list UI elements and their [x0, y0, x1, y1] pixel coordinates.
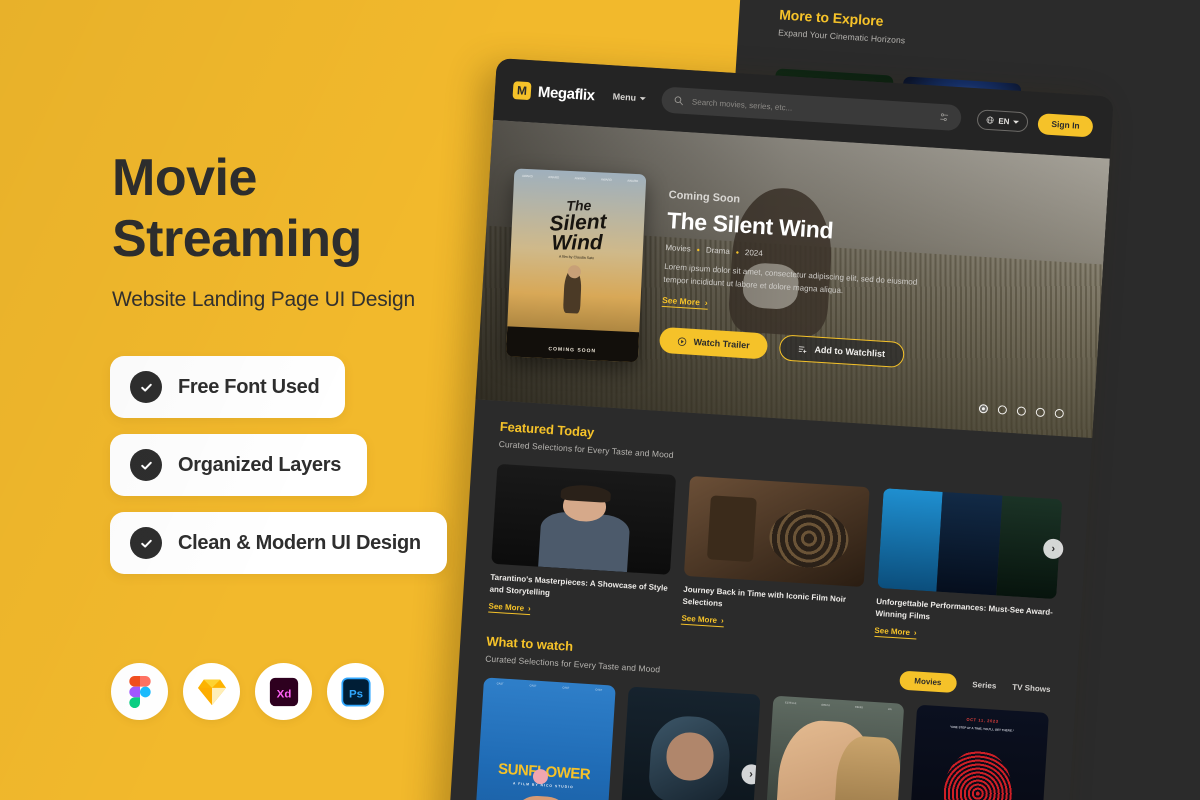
figma-icon — [111, 663, 168, 720]
language-selector[interactable]: EN — [976, 109, 1030, 133]
landing-page-mockup: M Megaflix Menu Search movies, series, e… — [446, 58, 1114, 800]
bullet-icon: • — [735, 247, 740, 258]
app-compatibility-icons: Xd Ps — [111, 663, 384, 720]
chevron-right-icon: › — [1051, 542, 1056, 556]
hero-meta-year: 2024 — [744, 248, 763, 259]
hero-see-more-link[interactable]: See More › — [661, 295, 708, 310]
hero-meta-category: Movies — [665, 243, 692, 254]
hero-see-more-label: See More — [661, 295, 701, 308]
add-to-watchlist-button[interactable]: Add to Watchlist — [778, 334, 905, 369]
featured-card[interactable]: Tarantino's Masterpieces: A Showcase of … — [488, 463, 677, 625]
feature-badge-free-font: Free Font Used — [110, 356, 346, 418]
watch-trailer-button[interactable]: Watch Trailer — [658, 327, 769, 360]
page-title-line1: Movie — [112, 149, 257, 207]
hero-section: AWARD AWARD AWARD AWARD AWARD The Silent W… — [475, 119, 1110, 439]
hero-meta-genre: Drama — [705, 245, 731, 257]
featured-card[interactable]: Unforgettable Performances: Must-See Awa… — [874, 488, 1063, 649]
chevron-down-icon — [640, 96, 647, 100]
poster-title-line3: Wind — [551, 231, 603, 255]
menu-label: Menu — [612, 91, 637, 103]
watch-poster-row: CASTCAST CASTCAST SUNFLOWER A FILM BY NI… — [474, 677, 1049, 800]
language-label: EN — [998, 116, 1010, 126]
carousel-dot[interactable] — [1054, 408, 1065, 419]
page-subtitle: Website Landing Page UI Design — [112, 288, 415, 311]
tab-series[interactable]: Series — [972, 680, 997, 690]
movie-poster[interactable]: ESTELLEGRETA DENISLIA BASED ON THE ORIGI… — [762, 695, 905, 800]
watch-trailer-label: Watch Trailer — [693, 337, 750, 351]
search-placeholder: Search movies, series, etc... — [691, 96, 793, 113]
featured-next-button[interactable]: › — [1042, 538, 1064, 560]
carousel-dot[interactable] — [997, 405, 1008, 415]
chevron-right-icon: › — [913, 628, 917, 638]
carousel-dot[interactable] — [1016, 406, 1027, 416]
featured-card-link-label: See More — [874, 625, 911, 638]
promo-panel: Movie Streaming Website Landing Page UI … — [0, 0, 500, 800]
page-title: Movie Streaming — [112, 148, 512, 271]
tab-movies[interactable]: Movies — [898, 670, 957, 694]
watch-tabs: Movies Series TV Shows — [898, 670, 1051, 699]
svg-text:Xd: Xd — [276, 688, 291, 700]
adobe-xd-icon: Xd — [255, 663, 312, 720]
feature-badge-label: Organized Layers — [178, 453, 342, 476]
carousel-dot[interactable] — [1035, 407, 1046, 418]
feature-badge-label: Free Font Used — [178, 375, 320, 398]
movie-poster[interactable]: FRAGILE › — [618, 686, 761, 800]
feature-badge-label: Clean & Modern UI Design — [178, 531, 421, 554]
hero-description: Lorem ipsum dolor sit amet, consectetur … — [663, 261, 918, 295]
check-circle-icon — [130, 527, 162, 559]
featured-card-caption: Unforgettable Performances: Must-See Awa… — [875, 596, 1054, 622]
filter-icon[interactable] — [939, 112, 950, 123]
chevron-right-icon: › — [704, 297, 708, 308]
chevron-right-icon: › — [527, 604, 532, 614]
feature-badge-clean-modern: Clean & Modern UI Design — [110, 512, 447, 574]
featured-thumbnail — [491, 463, 677, 575]
featured-card-link[interactable]: See More › — [874, 625, 917, 640]
page-title-line2: Streaming — [112, 210, 362, 269]
carousel-dot-active[interactable] — [978, 403, 989, 414]
check-circle-icon — [130, 449, 162, 481]
chevron-right-icon: › — [720, 616, 724, 626]
logo[interactable]: M Megaflix — [512, 81, 595, 104]
featured-today-section: Featured Today Curated Selections for Ev… — [462, 399, 1092, 650]
hero-copy: Coming Soon The Silent Wind Movies • Dra… — [658, 189, 1081, 379]
watch-heading-group: What to watch Curated Selections for Eve… — [485, 633, 662, 674]
logo-mark-icon: M — [512, 81, 532, 101]
search-input[interactable]: Search movies, series, etc... — [661, 86, 963, 132]
add-to-list-icon — [798, 346, 807, 353]
featured-card-caption: Journey Back in Time with Iconic Film No… — [682, 584, 847, 609]
featured-thumbnail — [877, 488, 1063, 600]
check-circle-icon — [130, 371, 162, 403]
featured-card-caption: Tarantino's Masterpieces: A Showcase of … — [489, 572, 668, 598]
movie-poster[interactable]: OCT 11, 2023 "ONE STEP AT A TIME, YOU'LL… — [907, 704, 1049, 800]
hero-buttons: Watch Trailer Add to Watchlist — [658, 327, 1072, 379]
play-circle-icon — [677, 337, 687, 346]
svg-text:Ps: Ps — [348, 688, 362, 700]
featured-thumbnail — [684, 475, 870, 588]
logo-text: Megaflix — [537, 83, 596, 104]
globe-icon — [986, 116, 994, 124]
tab-tv-shows[interactable]: TV Shows — [1012, 683, 1051, 694]
photoshop-icon: Ps — [327, 663, 384, 720]
bullet-icon: • — [696, 244, 701, 255]
add-to-watchlist-label: Add to Watchlist — [814, 344, 886, 360]
signin-button[interactable]: Sign In — [1037, 112, 1094, 138]
feature-badge-organized-layers: Organized Layers — [110, 434, 368, 496]
chevron-down-icon — [1013, 120, 1020, 124]
watch-next-button[interactable]: › — [740, 764, 761, 786]
featured-card-link-label: See More — [681, 613, 718, 625]
search-icon — [675, 96, 684, 106]
hero-movie-poster[interactable]: AWARD AWARD AWARD AWARD AWARD The Silent W… — [505, 168, 647, 363]
menu-dropdown[interactable]: Menu — [612, 91, 647, 103]
sketch-icon — [183, 663, 240, 720]
featured-card-link[interactable]: See More › — [681, 613, 724, 628]
featured-card[interactable]: Journey Back in Time with Iconic Film No… — [681, 475, 870, 637]
